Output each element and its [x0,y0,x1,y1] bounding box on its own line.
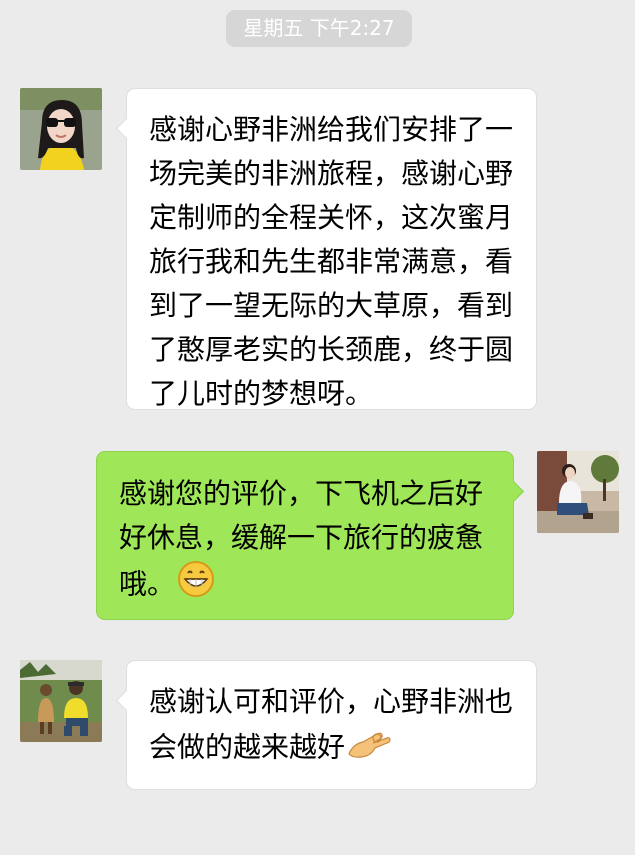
woman-in-yellow-avatar [20,88,102,170]
message-text: 感谢心野非洲给我们安排了一场完美的非洲旅程，感谢心野定制师的全程关怀，这次蜜月旅… [149,113,514,410]
woman-sitting-outdoors-avatar [537,451,619,533]
received-message-bubble[interactable]: 感谢心野非洲给我们安排了一场完美的非洲旅程，感谢心野定制师的全程关怀，这次蜜月旅… [115,88,537,410]
own-avatar[interactable] [537,451,619,533]
message-text: 感谢您的评价，下飞机之后好好休息，缓解一下旅行的疲惫哦。 [119,477,484,601]
ok-hand-emoji-icon [347,724,391,773]
grinning-face-emoji-icon [177,560,215,611]
sender-avatar[interactable] [20,88,102,170]
sender-avatar[interactable] [20,660,102,742]
message-timestamp: 星期五 下午2:27 [226,10,412,47]
bubble-tail [115,117,138,140]
bubble-tail [502,480,525,503]
received-message-bubble[interactable]: 感谢认可和评价，心野非洲也会做的越来越好 [115,660,537,790]
sent-message-bubble[interactable]: 感谢您的评价，下飞机之后好好休息，缓解一下旅行的疲惫哦。 [96,451,525,620]
bubble-tail [115,689,138,712]
couple-in-field-avatar [20,660,102,742]
chat-screen: 星期五 下午2:27 感谢心野非洲给我们安排了一场完美的非洲旅程，感谢心野定制师… [0,0,635,855]
message-text: 感谢认可和评价，心野非洲也会做的越来越好 [149,685,514,764]
